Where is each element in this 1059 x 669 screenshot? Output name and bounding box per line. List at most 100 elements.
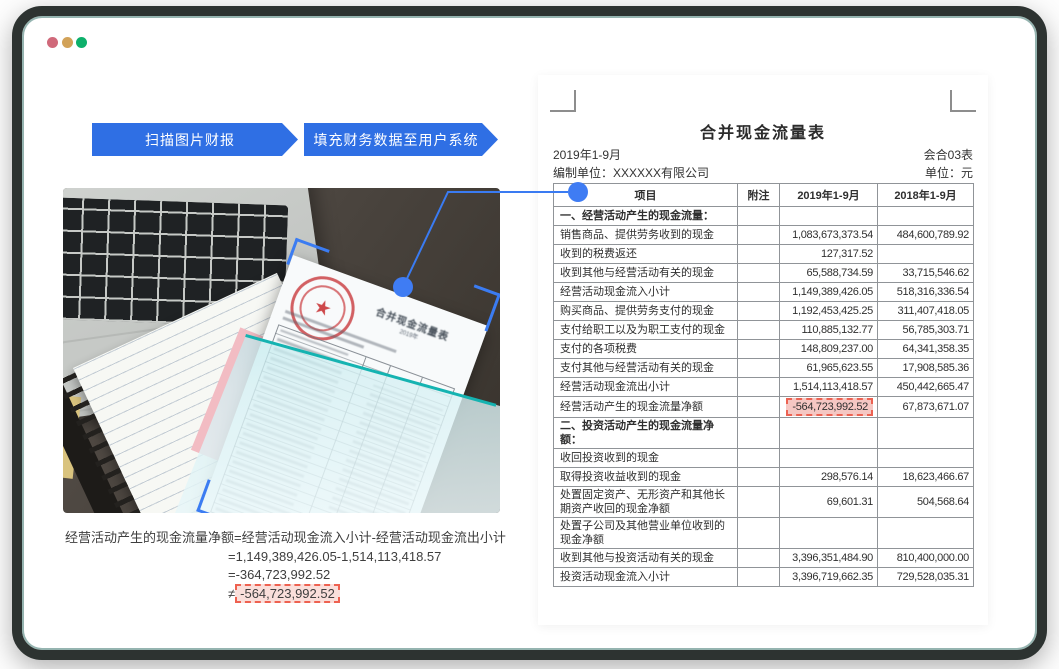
row-value-2018: 518,316,336.54 (878, 283, 974, 302)
window-zoom-button[interactable] (76, 37, 87, 48)
row-label: 经营活动产生的现金流量净额 (554, 397, 738, 418)
row-value-2018: 33,715,546.62 (878, 264, 974, 283)
flow-step-fill-label: 填充财务数据至用户系统 (314, 130, 479, 150)
row-value-2018 (878, 418, 974, 449)
row-note (738, 418, 780, 449)
formula-line-4: ≠-564,723,992.52 (228, 585, 515, 604)
row-value-2018: 18,623,466.67 (878, 468, 974, 487)
scanned-photo: ★ 合并现金流量表 2019年 (63, 188, 500, 513)
row-value-2019: 69,601.31 (780, 487, 878, 518)
row-note (738, 264, 780, 283)
row-note (738, 321, 780, 340)
formula-line-3: =-364,723,992.52 (228, 566, 515, 585)
table-section-row: 一、经营活动产生的现金流量： (554, 207, 974, 226)
table-row: 收到其他与投资活动有关的现金 3,396,351,484.90810,400,00… (554, 549, 974, 568)
flow-step-scan-label: 扫描图片财报 (145, 130, 235, 150)
row-value-2019: 127,317.52 (780, 245, 878, 264)
row-value-2018: 484,600,789.92 (878, 226, 974, 245)
row-note (738, 226, 780, 245)
row-label: 购买商品、提供劳务支付的现金 (554, 302, 738, 321)
table-row: 支付给职工以及为职工支付的现金 110,885,132.7756,785,303.… (554, 321, 974, 340)
formula-annotation: 经营活动产生的现金流量净额=经营活动现金流入小计-经营活动现金流出小计 =1,1… (65, 529, 515, 603)
row-value-2019 (780, 418, 878, 449)
row-label: 处置固定资产、无形资产和其他长期资产收回的现金净额 (554, 487, 738, 518)
row-value-2019: 1,514,113,418.57 (780, 378, 878, 397)
crop-mark-right-icon (950, 90, 976, 112)
row-note (738, 302, 780, 321)
row-value-2019 (780, 449, 878, 468)
row-value-2018: 450,442,665.47 (878, 378, 974, 397)
statement-sheet-no: 会合03表 (924, 146, 973, 163)
table-section-row: 二、投资活动产生的现金流量净额： (554, 418, 974, 449)
row-note (738, 549, 780, 568)
statement-table-body: 一、经营活动产生的现金流量：销售商品、提供劳务收到的现金1,083,673,37… (554, 207, 974, 587)
table-row: 投资活动现金流入小计3,396,719,662.35729,528,035.31 (554, 568, 974, 587)
row-label: 二、投资活动产生的现金流量净额： (554, 418, 738, 449)
row-note (738, 468, 780, 487)
row-note (738, 207, 780, 226)
row-value-2018: 504,568.64 (878, 487, 974, 518)
table-header-row: 项目 附注 2019年1-9月 2018年1-9月 (554, 184, 974, 207)
highlighted-cell-value: -564,723,992.52 (786, 398, 873, 416)
row-value-2018: 64,341,358.35 (878, 340, 974, 359)
statement-unit: 单位：元 (925, 164, 973, 181)
table-row: 处置固定资产、无形资产和其他长期资产收回的现金净额 69,601.31504,56… (554, 487, 974, 518)
table-row: 取得投资收益收到的现金 298,576.1418,623,466.67 (554, 468, 974, 487)
table-row: 收回投资收到的现金 (554, 449, 974, 468)
row-value-2019: 298,576.14 (780, 468, 878, 487)
row-value-2019: 1,149,389,426.05 (780, 283, 878, 302)
formula-line-1: 经营活动产生的现金流量净额=经营活动现金流入小计-经营活动现金流出小计 (65, 529, 515, 548)
row-value-2018: 729,528,035.31 (878, 568, 974, 587)
row-value-2018 (878, 518, 974, 549)
header-item: 项目 (554, 184, 738, 207)
row-label: 一、经营活动产生的现金流量： (554, 207, 738, 226)
table-row: 购买商品、提供劳务支付的现金1,192,453,425.25311,407,41… (554, 302, 974, 321)
row-value-2018: 67,873,671.07 (878, 397, 974, 418)
statement-panel: 合并现金流量表 2019年1-9月 会合03表 编制单位：XXXXXX有限公司 … (538, 75, 988, 625)
row-label: 投资活动现金流入小计 (554, 568, 738, 587)
table-row: 经营活动现金流入小计 1,149,389,426.05518,316,336.54 (554, 283, 974, 302)
row-label: 收回投资收到的现金 (554, 449, 738, 468)
row-label: 收到的税费返还 (554, 245, 738, 264)
row-value-2019: 110,885,132.77 (780, 321, 878, 340)
statement-period: 2019年1-9月 (553, 146, 621, 163)
window-close-button[interactable] (47, 37, 58, 48)
row-value-2018: 810,400,000.00 (878, 549, 974, 568)
row-note (738, 359, 780, 378)
table-row: 收到其他与经营活动有关的现金65,588,734.5933,715,546.62 (554, 264, 974, 283)
row-note (738, 568, 780, 587)
header-2019: 2019年1-9月 (780, 184, 878, 207)
row-label: 收到其他与经营活动有关的现金 (554, 264, 738, 283)
cash-flow-table: 项目 附注 2019年1-9月 2018年1-9月 一、经营活动产生的现金流量：… (553, 183, 974, 587)
row-label: 销售商品、提供劳务收到的现金 (554, 226, 738, 245)
crop-mark-left-icon (550, 90, 576, 112)
row-label: 支付给职工以及为职工支付的现金 (554, 321, 738, 340)
statement-title: 合并现金流量表 (538, 119, 988, 143)
row-label: 收到其他与投资活动有关的现金 (554, 549, 738, 568)
mismatch-value-highlight: -564,723,992.52 (235, 584, 340, 603)
seal-star-icon: ★ (311, 296, 335, 321)
table-row: 支付的各项税费148,809,237.0064,341,358.35 (554, 340, 974, 359)
row-label: 取得投资收益收到的现金 (554, 468, 738, 487)
row-value-2019: 3,396,351,484.90 (780, 549, 878, 568)
row-value-2018: 56,785,303.71 (878, 321, 974, 340)
row-note (738, 340, 780, 359)
table-row: 经营活动现金流出小计1,514,113,418.57450,442,665.47 (554, 378, 974, 397)
row-note (738, 449, 780, 468)
row-note (738, 378, 780, 397)
statement-meta-row: 编制单位：XXXXXX有限公司 单位：元 (553, 164, 973, 181)
row-value-2019 (780, 518, 878, 549)
table-row: 支付其他与经营活动有关的现金61,965,623.5517,908,585.36 (554, 359, 974, 378)
header-2018: 2018年1-9月 (878, 184, 974, 207)
statement-meta-row: 2019年1-9月 会合03表 (553, 146, 973, 163)
row-value-2018: 17,908,585.36 (878, 359, 974, 378)
table-row: 收到的税费返还 127,317.52 (554, 245, 974, 264)
flow-step-scan: 扫描图片财报 (92, 123, 298, 156)
row-value-2019: 148,809,237.00 (780, 340, 878, 359)
window-minimize-button[interactable] (62, 37, 73, 48)
table-row: 销售商品、提供劳务收到的现金1,083,673,373.54484,600,78… (554, 226, 974, 245)
row-label: 经营活动现金流入小计 (554, 283, 738, 302)
table-row: 处置子公司及其他营业单位收到的现金净额 (554, 518, 974, 549)
row-label: 处置子公司及其他营业单位收到的现金净额 (554, 518, 738, 549)
screen: 扫描图片财报 填充财务数据至用户系统 ★ 合并现金流量表 2019年 (0, 0, 1059, 669)
